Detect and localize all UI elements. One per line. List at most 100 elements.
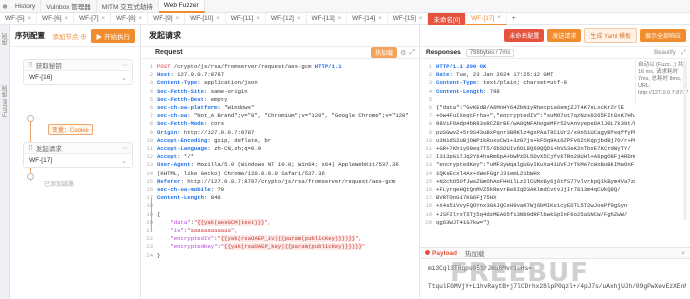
line-number: 7: [149, 112, 153, 120]
fuzzer-tab-label: WF-[13]: [311, 15, 335, 22]
tab-web-fuzzer[interactable]: Web Fuzzer: [158, 0, 205, 13]
sequence-config-header: 序列配置 添加节点 ⊕ ▶ 开始执行: [10, 25, 140, 47]
node-header: ⠿ 获取秘钥 ⋯: [24, 60, 132, 71]
response-line: +FLyrqeHQtQnMVZ5kRevrBe6IqD3AKlmdCvtvJjI…: [436, 186, 621, 193]
response-line: Date: Tue, 23 Jan 2024 17:25:12 GMT: [436, 71, 554, 79]
drag-handle-icon[interactable]: ⠿: [28, 144, 33, 152]
line-number: 11: [425, 145, 432, 152]
close-icon[interactable]: ×: [65, 16, 69, 22]
request-editor[interactable]: 1 POST /crypto/js/rsa/fromserver/request/…: [141, 60, 420, 299]
more-icon[interactable]: ⋯: [122, 61, 129, 69]
close-icon[interactable]: ×: [139, 16, 143, 22]
close-icon[interactable]: ×: [176, 16, 180, 22]
tab-history[interactable]: History: [10, 0, 42, 13]
send-request-button[interactable]: 发送请求: [547, 29, 582, 42]
hot-reload-button[interactable]: 热加载: [371, 47, 398, 58]
response-line: I313pG17Jq2Y64haRm6pA+bWPzDL5DvX5CjfvkTR…: [436, 153, 635, 161]
close-icon[interactable]: ×: [28, 16, 32, 22]
line-number: 13: [146, 161, 153, 169]
request-line: Origin: http://127.0.0.7:8787: [157, 128, 255, 136]
tab-mitm[interactable]: MITM 交互式劫持: [97, 0, 159, 13]
request-line: "encryptedKey":"{{yak(rsaOAEP_key|{{para…: [170, 243, 366, 251]
request-line: Accept-Encoding: gzip, deflate, br: [157, 136, 272, 144]
expand-icon[interactable]: ⤢: [409, 49, 415, 57]
line-number: 19: [425, 210, 432, 218]
close-icon[interactable]: ×: [497, 15, 501, 21]
add-tab-button[interactable]: +: [507, 13, 521, 25]
mode-fuzzer-sequence-label[interactable]: Fuzzer 序列: [1, 85, 10, 117]
node-select[interactable]: WF-[17] ⌄: [24, 154, 132, 167]
response-line: puSGwvZ+5r0S43uBxPqnr3BRKlz4gxPAaT9C1Ur2…: [436, 128, 635, 136]
fuzzer-tab-group[interactable]: 未命名[0]: [428, 12, 467, 25]
response-line: HTTP/1.1 200 OK: [436, 63, 487, 70]
response-line: +N2chO5OfJwsZGmOhAoFHH1lLz2lCUMzBy6j6tfS…: [436, 177, 635, 185]
close-icon[interactable]: ×: [378, 16, 382, 22]
settings-icon[interactable]: ⚙: [400, 49, 406, 57]
fuzzer-tab[interactable]: WF-[8] ×: [111, 12, 149, 25]
close-icon[interactable]: ×: [681, 250, 685, 257]
add-node-button[interactable]: 添加节点 ⊕: [52, 31, 86, 41]
response-viewer[interactable]: 1 HTTP/1.1 200 OK 2 Date: Tue, 23 Jan 2024 …: [420, 60, 635, 244]
scrollbar[interactable]: [683, 60, 687, 220]
app-menu-icon[interactable]: [0, 0, 10, 13]
request-line: sec-ch-ua-platform: "Windows": [157, 104, 255, 111]
close-icon[interactable]: ×: [216, 16, 220, 22]
tab-vulnbox[interactable]: Vulnbox 管理器: [41, 0, 97, 13]
payload-tab-2[interactable]: 热加载: [465, 248, 485, 258]
responses-tab[interactable]: Responses: [426, 49, 461, 56]
start-execute-button[interactable]: ▶ 开始执行: [90, 28, 135, 43]
close-icon[interactable]: ×: [419, 16, 423, 22]
close-icon[interactable]: ×: [338, 16, 342, 22]
fuzzer-tab-label: WF-[10]: [190, 15, 214, 22]
fuzzer-tab[interactable]: WF-[6] ×: [37, 12, 75, 25]
line-number: 20: [425, 218, 432, 226]
line-number: 1: [428, 63, 432, 70]
variable-badge[interactable]: 变量：Cookie: [48, 124, 93, 135]
close-icon[interactable]: ×: [102, 16, 106, 22]
sequence-node-1[interactable]: ⠿ 获取秘钥 ⋯ WF-[16] ⌄: [23, 59, 133, 85]
fuzzer-tab[interactable]: WF-[9] ×: [148, 12, 186, 25]
node-title: 获取秘钥: [35, 63, 62, 70]
expand-icon[interactable]: ⤢: [681, 49, 686, 57]
fuzzer-tab-label: WF-[9]: [153, 15, 173, 22]
yaml-template-button[interactable]: 生成 Yaml 模板: [584, 28, 637, 43]
response-line: 1QKsEcxl4Ax+XWeFGgrJ31emL21bWHx: [436, 169, 541, 177]
fuzzer-tab[interactable]: WF-[14] ×: [347, 12, 388, 25]
request-line: sec-ch-ua: "Not_A Brand";v="8", "Chromiu…: [157, 112, 409, 120]
fuzzer-tab[interactable]: WF-[13] ×: [307, 12, 348, 25]
line-number: 14: [146, 169, 153, 177]
fuzzer-tab[interactable]: WF-[12] ×: [266, 12, 307, 25]
mode-sequence-label[interactable]: 序列: [1, 33, 10, 45]
fuzzer-tab[interactable]: WF-[11] ×: [226, 12, 266, 25]
line-number: 23: [146, 243, 153, 251]
line-number: 7: [428, 112, 432, 120]
node-select[interactable]: WF-[16] ⌄: [24, 71, 132, 84]
close-icon[interactable]: ×: [297, 16, 301, 22]
request-line: Sec-Fetch-Mode: cors: [157, 120, 225, 128]
more-icon[interactable]: ⋯: [122, 144, 129, 152]
fuzzer-tab[interactable]: WF-[10] ×: [185, 12, 226, 25]
node-title: 发起请求: [35, 146, 62, 153]
fuzzer-tab[interactable]: WF-[15] ×: [388, 12, 429, 25]
close-icon[interactable]: ×: [256, 16, 260, 22]
drag-handle-icon[interactable]: ⠿: [28, 61, 33, 69]
request-line: Content-Length: 846: [157, 194, 221, 202]
fuzzer-tab[interactable]: WF-[5] ×: [0, 12, 38, 25]
config-button[interactable]: 未命名配置: [504, 29, 545, 42]
request-toolbar: Request 热加载 ⚙ ⤢: [141, 47, 419, 59]
line-number: 16: [146, 186, 153, 193]
show-all-responses-button[interactable]: 展示全部响应: [639, 29, 686, 42]
line-number: 11: [146, 145, 153, 152]
payload-tab[interactable]: Payload: [425, 249, 457, 257]
node-value: WF-[16]: [29, 74, 53, 81]
request-tab[interactable]: Request: [155, 49, 183, 56]
fuzzer-tab-current[interactable]: WF-[17] ×: [466, 12, 507, 25]
add-connector-dot[interactable]: [27, 173, 34, 180]
sequence-node-2[interactable]: ⠿ 发起请求 ⋯ WF-[17] ⌄: [23, 142, 133, 168]
fuzzer-tab[interactable]: WF-[7] ×: [74, 12, 112, 25]
request-line: Accept: */*: [157, 153, 194, 161]
request-header: 发起请求: [141, 25, 419, 47]
fuzzer-tab-label: WF-[17]: [471, 14, 495, 22]
line-number: 2: [149, 71, 153, 79]
beautify-toggle[interactable]: Beautify: [654, 50, 676, 56]
